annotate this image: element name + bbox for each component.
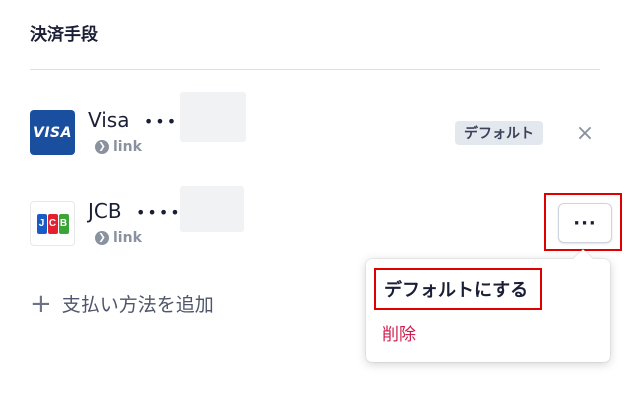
delete-menu-item[interactable]: 削除: [382, 320, 416, 345]
jcb-logo: J C B: [30, 201, 75, 246]
masked-card-number: [180, 186, 244, 232]
link-badge: ❯ link: [95, 139, 142, 155]
masked-dots: ••••: [135, 203, 182, 222]
masked-card-number: [180, 92, 246, 142]
card-name-visa: Visa ••••: [88, 108, 190, 132]
card-name-jcb: JCB ••••: [88, 199, 182, 223]
add-payment-method-label: 支払い方法を追加: [61, 294, 214, 316]
close-icon[interactable]: ×: [572, 120, 598, 146]
make-default-menu-item[interactable]: デフォルトにする: [374, 268, 542, 310]
more-options-button[interactable]: ···: [558, 203, 612, 243]
card-brand-name: JCB: [88, 199, 122, 223]
link-badge: ❯ link: [95, 230, 142, 246]
default-badge: デフォルト: [455, 121, 543, 145]
link-label: link: [113, 230, 142, 246]
visa-logo: VISA: [30, 110, 75, 155]
jcb-letter-j: J: [36, 213, 47, 234]
plus-icon: +: [30, 288, 52, 319]
jcb-letter-b: B: [58, 213, 69, 234]
divider: [30, 69, 600, 70]
jcb-letter-c: C: [47, 213, 58, 234]
card-brand-name: Visa: [88, 108, 130, 132]
link-label: link: [113, 139, 142, 155]
link-icon: ❯: [95, 231, 109, 245]
add-payment-method-button[interactable]: + 支払い方法を追加: [30, 290, 214, 317]
link-icon: ❯: [95, 140, 109, 154]
section-title: 決済手段: [30, 25, 98, 45]
